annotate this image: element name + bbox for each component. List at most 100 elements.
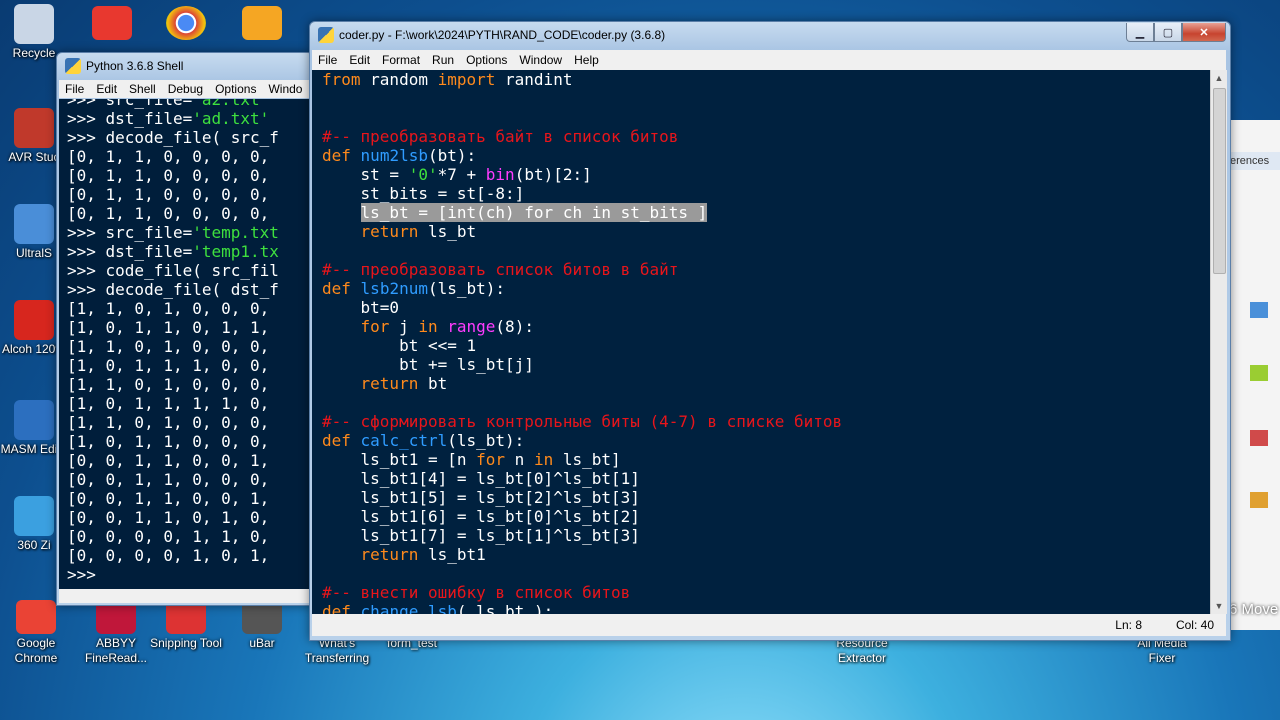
- shell-line: >>> dst_file='temp1.tx: [67, 242, 279, 261]
- avr-studio-icon: [14, 108, 54, 148]
- google-chrome-top-icon[interactable]: [166, 6, 206, 40]
- editor-menubar: File Edit Format Run Options Window Help: [312, 50, 1226, 70]
- code-line: st = '0'*7 + bin(bt)[2:]: [322, 165, 592, 184]
- shell-line: [0, 1, 1, 0, 0, 0, 0,: [67, 147, 270, 166]
- code-line: ls_bt1 = [n for n in ls_bt]: [322, 450, 621, 469]
- minimize-button[interactable]: ▁: [1126, 23, 1154, 42]
- editor-window[interactable]: coder.py - F:\work\2024\PYTH\RAND_CODE\c…: [309, 21, 1231, 641]
- editor-menu-options[interactable]: Options: [460, 53, 513, 67]
- desktop-item-google-chrome[interactable]: Google Chrome: [0, 600, 74, 666]
- code-line: bt += ls_bt[j]: [322, 355, 534, 374]
- shell-menu-options[interactable]: Options: [209, 82, 262, 96]
- google-chrome-icon: [16, 600, 56, 634]
- sublime-top-icon[interactable]: [242, 6, 282, 40]
- desktop-item-label: Google Chrome: [14, 636, 58, 665]
- shell-line: >>> dst_file='ad.txt': [67, 109, 270, 128]
- status-line: Ln: 8: [1115, 618, 1142, 632]
- editor-menu-window[interactable]: Window: [513, 53, 568, 67]
- code-line: ls_bt = [int(ch) for ch in st_bits ]: [360, 203, 708, 222]
- code-line: return ls_bt: [360, 222, 477, 241]
- editor-text-area[interactable]: from random import randint #-- преобразов…: [312, 70, 1210, 614]
- code-line: for j in range(8):: [360, 317, 534, 336]
- shell-status-strip: [59, 589, 311, 603]
- shell-line: >>> code_file( src_fil: [67, 261, 279, 280]
- shell-line: [0, 0, 1, 1, 0, 0, 1,: [67, 489, 270, 508]
- shell-line: [0, 1, 1, 0, 0, 0, 0,: [67, 204, 270, 223]
- python-shell-window[interactable]: Python 3.6.8 Shell File Edit Shell Debug Opt…: [56, 52, 314, 606]
- shell-line: [0, 1, 1, 0, 0, 0, 0,: [67, 185, 270, 204]
- editor-title: coder.py - F:\work\2024\PYTH\RAND_CODE\c…: [339, 28, 666, 42]
- maximize-button[interactable]: ▢: [1154, 23, 1182, 42]
- code-line: #-- внести ошибку в список битов: [322, 583, 631, 602]
- shell-text-area[interactable]: >>> src_file='a2.txt' >>> dst_file='ad.tx…: [59, 99, 311, 589]
- shell-line: [1, 1, 0, 1, 0, 0, 0,: [67, 413, 270, 432]
- desktop-item-snipping-tool[interactable]: Snipping Tool: [148, 600, 224, 651]
- desktop-item-ubar[interactable]: uBar: [224, 600, 300, 651]
- code-line: return bt: [360, 374, 448, 393]
- ultraiso-icon: [14, 204, 54, 244]
- shell-line: [1, 1, 0, 1, 0, 0, 0,: [67, 337, 270, 356]
- editor-code[interactable]: from random import randint #-- преобразов…: [322, 70, 842, 614]
- scroll-down-arrow-icon[interactable]: ▼: [1211, 598, 1227, 614]
- shell-line: [1, 1, 0, 1, 0, 0, 0,: [67, 375, 270, 394]
- background-window-tab[interactable]: erences: [1230, 152, 1280, 170]
- code-line: def num2lsb(bt):: [322, 146, 477, 165]
- scroll-up-arrow-icon[interactable]: ▲: [1211, 70, 1227, 86]
- code-line: ls_bt1[5] = ls_bt[2]^ls_bt[3]: [322, 488, 640, 507]
- python-icon: [65, 58, 81, 74]
- scroll-thumb[interactable]: [1213, 88, 1226, 274]
- shell-menubar: File Edit Shell Debug Options Windo: [59, 80, 311, 98]
- shell-line: [0, 0, 0, 0, 1, 0, 1,: [67, 546, 270, 565]
- shell-line: [1, 0, 1, 1, 1, 0, 0,: [67, 356, 270, 375]
- shell-title: Python 3.6.8 Shell: [86, 59, 184, 73]
- 360-zip-icon: [14, 496, 54, 536]
- code-line: from random import randint: [322, 70, 573, 89]
- shell-line: >>> src_file='temp.txt: [67, 223, 279, 242]
- shell-line: [0, 0, 1, 1, 0, 1, 0,: [67, 508, 270, 527]
- editor-menu-edit[interactable]: Edit: [343, 53, 376, 67]
- editor-menu-run[interactable]: Run: [426, 53, 460, 67]
- shell-menu-shell[interactable]: Shell: [123, 82, 162, 96]
- editor-scrollbar[interactable]: ▲ ▼: [1210, 70, 1227, 614]
- editor-titlebar[interactable]: coder.py - F:\work\2024\PYTH\RAND_CODE\c…: [310, 22, 1230, 48]
- shell-line: [0, 0, 1, 1, 0, 0, 0,: [67, 470, 270, 489]
- shell-line: >>> decode_file( dst_f: [67, 280, 279, 299]
- shell-line: >>> decode_file( src_f: [67, 128, 279, 147]
- shell-titlebar[interactable]: Python 3.6.8 Shell: [57, 53, 313, 79]
- shell-line: >>> src_file='a2.txt': [67, 99, 270, 109]
- alcohol-icon: [14, 300, 54, 340]
- folder-icon: [1250, 492, 1268, 508]
- code-line: bt=0: [322, 298, 400, 317]
- code-line: return ls_bt1: [360, 545, 486, 564]
- shell-menu-edit[interactable]: Edit: [90, 82, 123, 96]
- editor-menu-help[interactable]: Help: [568, 53, 605, 67]
- code-line: #-- преобразовать байт в список битов: [322, 127, 679, 146]
- editor-menu-file[interactable]: File: [312, 53, 343, 67]
- edit-icon: [1250, 365, 1268, 381]
- code-line: def calc_ctrl(ls_bt):: [322, 431, 525, 450]
- close-button[interactable]: ✕: [1182, 23, 1226, 42]
- editor-menu-format[interactable]: Format: [376, 53, 426, 67]
- desktop-item-abbyy-finereader[interactable]: ABBYY FineRead...: [78, 600, 154, 666]
- shell-menu-debug[interactable]: Debug: [162, 82, 209, 96]
- code-line: #-- сформировать контрольные биты (4-7) …: [322, 412, 843, 431]
- shell-menu-windo[interactable]: Windo: [262, 82, 308, 96]
- shell-menu-file[interactable]: File: [59, 82, 90, 96]
- shell-output[interactable]: >>> src_file='a2.txt' >>> dst_file='ad.tx…: [67, 99, 279, 584]
- desktop-icon-top-1[interactable]: [92, 6, 132, 40]
- shell-line: [1, 0, 1, 1, 1, 1, 0,: [67, 394, 270, 413]
- code-line: bt <<= 1: [322, 336, 477, 355]
- recycle-bin-icon: [14, 4, 54, 44]
- code-line: #-- преобразовать список битов в байт: [322, 260, 679, 279]
- window-controls: ▁ ▢ ✕: [1126, 23, 1226, 42]
- masm-editor-icon: [14, 400, 54, 440]
- shell-line: [1, 1, 0, 1, 0, 0, 0,: [67, 299, 270, 318]
- status-col: Col: 40: [1175, 618, 1214, 632]
- code-line: def lsb2num(ls_bt):: [322, 279, 506, 298]
- shell-line: [0, 0, 0, 0, 1, 1, 0,: [67, 527, 270, 546]
- background-window-text: 6 Move: [1229, 601, 1279, 618]
